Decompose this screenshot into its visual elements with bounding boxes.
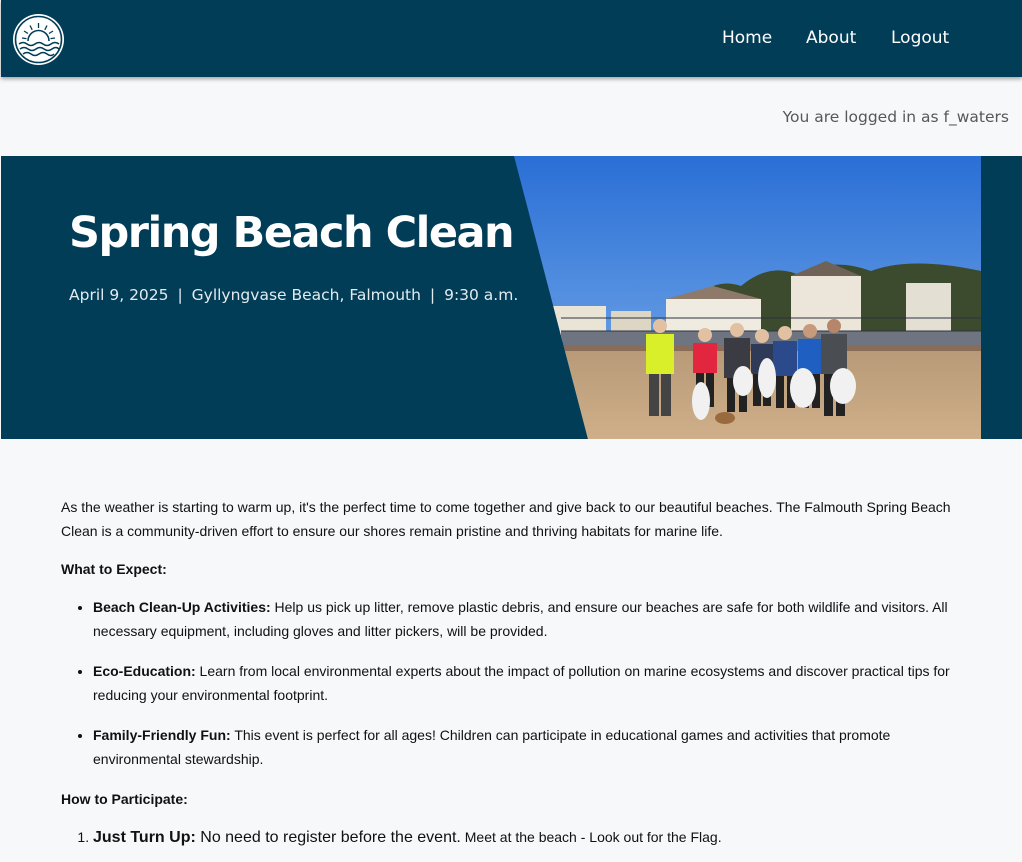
separator: | — [177, 286, 183, 304]
event-date: April 9, 2025 — [69, 286, 169, 304]
login-status: You are logged in as f_waters — [782, 108, 1009, 126]
sun-over-waves-logo-icon — [14, 15, 63, 64]
nav-home-link[interactable]: Home — [722, 28, 772, 48]
event-description: As the weather is starting to warm up, i… — [61, 495, 961, 850]
event-time: 9:30 a.m. — [444, 286, 519, 304]
navbar: Home About Logout — [1, 0, 1022, 77]
list-item-title: Just Turn Up: — [93, 829, 196, 846]
nav-about-link[interactable]: About — [806, 28, 856, 48]
event-hero-banner: Spring Beach Clean April 9, 2025 | Gylly… — [1, 156, 1022, 439]
event-title: Spring Beach Clean — [69, 208, 515, 258]
list-item-title: Family-Friendly Fun: — [93, 727, 231, 743]
list-item-text: Learn from local environmental experts a… — [93, 663, 950, 703]
event-location: Gyllyngvase Beach, Falmouth — [191, 286, 421, 304]
expect-heading: What to Expect: — [61, 561, 167, 577]
participate-list: Just Turn Up: No need to register before… — [93, 825, 961, 850]
expect-list: Beach Clean-Up Activities: Help us pick … — [93, 595, 961, 771]
list-item: Family-Friendly Fun: This event is perfe… — [93, 723, 961, 771]
list-item: Just Turn Up: No need to register before… — [93, 825, 961, 850]
nav-logout-link[interactable]: Logout — [891, 28, 949, 48]
separator: | — [429, 286, 436, 304]
list-item: Beach Clean-Up Activities: Help us pick … — [93, 595, 961, 643]
site-logo[interactable] — [13, 14, 64, 65]
list-item-title: Eco-Education: — [93, 663, 196, 679]
list-item: Eco-Education: Learn from local environm… — [93, 659, 961, 707]
list-item-text: No need to register before the event. — [195, 829, 461, 846]
event-details: April 9, 2025 | Gyllyngvase Beach, Falmo… — [69, 286, 518, 304]
intro-paragraph: As the weather is starting to warm up, i… — [61, 499, 951, 539]
list-item-title: Beach Clean-Up Activities: — [93, 599, 271, 615]
participate-heading: How to Participate: — [61, 791, 188, 807]
list-item-note: Meet at the beach - Look out for the Fla… — [460, 829, 722, 845]
